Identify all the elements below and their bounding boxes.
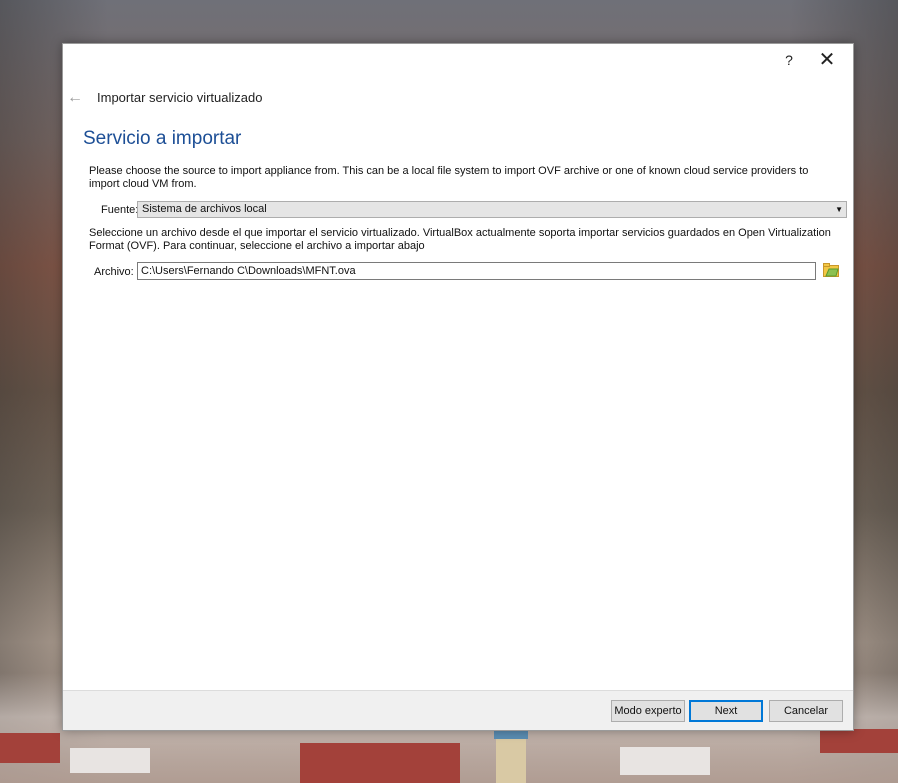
help-button[interactable]: ?: [771, 44, 807, 76]
cancel-button[interactable]: Cancelar: [769, 700, 843, 722]
file-label: Archivo:: [94, 266, 134, 278]
expert-mode-button[interactable]: Modo experto: [611, 700, 685, 722]
back-arrow-icon[interactable]: ←: [67, 89, 83, 107]
wizard-content: Please choose the source to import appli…: [63, 156, 853, 691]
wizard-title: Importar servicio virtualizado: [97, 90, 263, 105]
page-title: Servicio a importar: [83, 128, 242, 149]
chevron-down-icon: ▼: [835, 205, 843, 214]
source-select[interactable]: Sistema de archivos local ▼: [137, 201, 847, 218]
next-button[interactable]: Next: [689, 700, 763, 722]
import-wizard-dialog: ? ✕ ← Importar servicio virtualizado Ser…: [62, 43, 854, 731]
wizard-header: ← Importar servicio virtualizado Servici…: [63, 76, 853, 156]
file-path-input[interactable]: C:\Users\Fernando C\Downloads\MFNT.ova: [137, 262, 816, 280]
file-description: Seleccione un archivo desde el que impor…: [89, 227, 831, 252]
wizard-footer: Modo experto Next Cancelar: [63, 690, 853, 730]
desktop-background: ? ✕ ← Importar servicio virtualizado Ser…: [0, 0, 898, 783]
folder-open-icon[interactable]: [823, 263, 839, 277]
title-bar: ? ✕: [63, 44, 853, 76]
source-select-value: Sistema de archivos local: [142, 203, 267, 215]
close-button[interactable]: ✕: [809, 44, 845, 76]
source-label: Fuente:: [101, 204, 139, 216]
source-description: Please choose the source to import appli…: [89, 165, 809, 190]
